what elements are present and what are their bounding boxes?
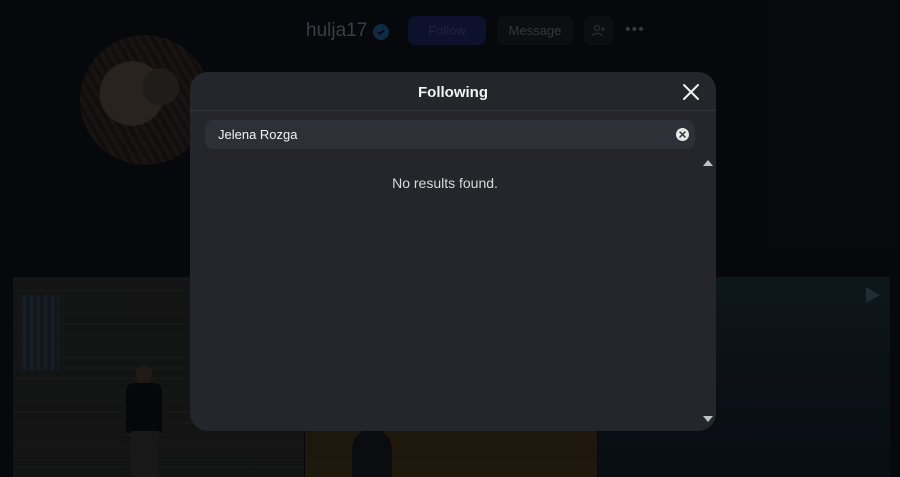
no-results-message: No results found. <box>392 175 498 191</box>
scroll-down-icon[interactable] <box>703 416 713 422</box>
dialog-header: Following <box>190 72 716 111</box>
scroll-up-icon[interactable] <box>703 160 713 166</box>
following-dialog: Following No results found. <box>190 72 716 431</box>
search-box[interactable] <box>205 120 695 149</box>
dialog-title: Following <box>418 84 488 101</box>
close-button[interactable] <box>680 81 702 103</box>
scrollbar[interactable] <box>701 158 715 428</box>
search-input[interactable] <box>218 120 668 149</box>
clear-search-icon[interactable] <box>676 128 689 141</box>
close-icon <box>683 84 699 100</box>
